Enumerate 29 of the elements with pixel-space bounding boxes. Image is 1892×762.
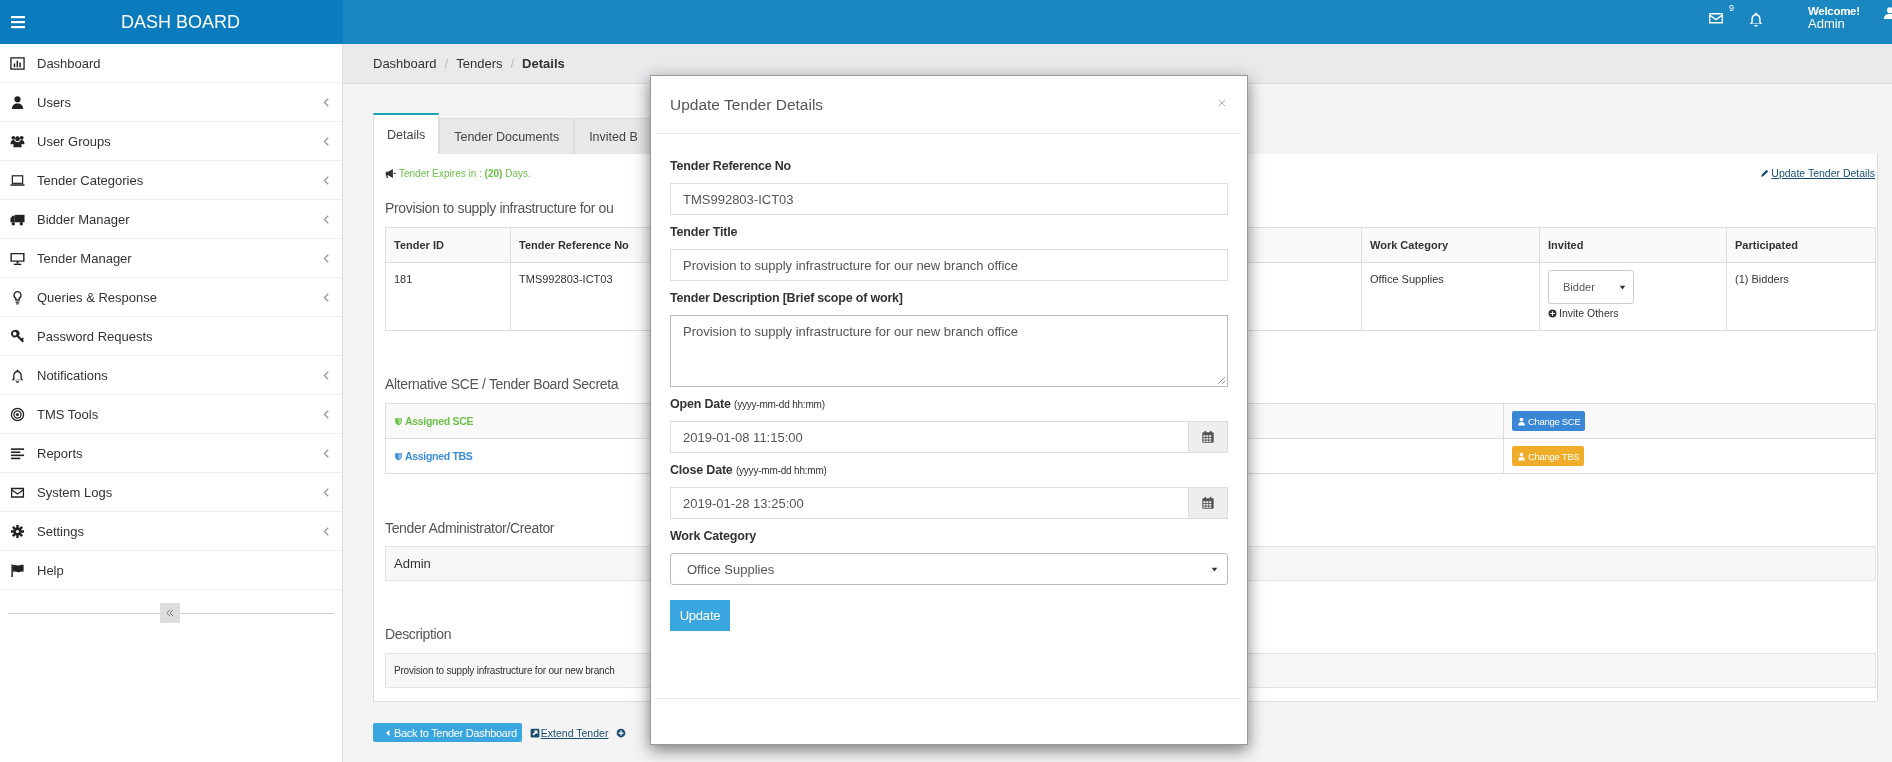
brand-title: DASH BOARD xyxy=(121,11,241,33)
table-cell: (1) Bidders xyxy=(1735,273,1789,285)
table-cell: Office Supplies xyxy=(1370,273,1444,285)
field-label: Tender Reference No xyxy=(670,159,791,173)
column-header: Work Category xyxy=(1362,228,1540,263)
table-cell: TMS992803-ICT03 xyxy=(519,273,613,285)
field-label: Open Date xyxy=(670,397,731,411)
assigned-label: Assigned SCE xyxy=(405,415,474,427)
format-hint: (yyyy-mm-dd hh:mm) xyxy=(734,399,825,410)
format-hint: (yyyy-mm-dd hh:mm) xyxy=(735,465,827,476)
section-heading: Description xyxy=(385,625,452,644)
table-cell: 181 xyxy=(394,273,413,285)
section-heading: Tender Administrator/Creator xyxy=(385,519,555,538)
field-label: Work Category xyxy=(670,529,757,543)
assigned-label: Assigned TBS xyxy=(405,450,473,462)
field-label: Close Date xyxy=(670,463,733,477)
column-header: Tender ID xyxy=(386,228,511,263)
modal-title: Update Tender Details xyxy=(670,95,824,114)
mail-count: 9 xyxy=(1729,3,1734,13)
section-heading: Alternative SCE / Tender Board Secreta xyxy=(385,375,619,394)
breadcrumb-separator: / xyxy=(444,56,449,71)
expiry-notice: Tender Expires in : (20) Days. xyxy=(399,167,531,179)
breadcrumb-item: Details xyxy=(522,56,565,71)
welcome-text: Welcome! xyxy=(1808,5,1861,18)
tender-title: Provision to supply infrastructure for ou xyxy=(385,199,614,218)
column-header: Invited xyxy=(1540,228,1727,263)
breadcrumb-separator: / xyxy=(510,56,515,71)
field-label: Tender Description [Brief scope of work] xyxy=(670,291,903,305)
column-header: Participated xyxy=(1727,228,1876,263)
